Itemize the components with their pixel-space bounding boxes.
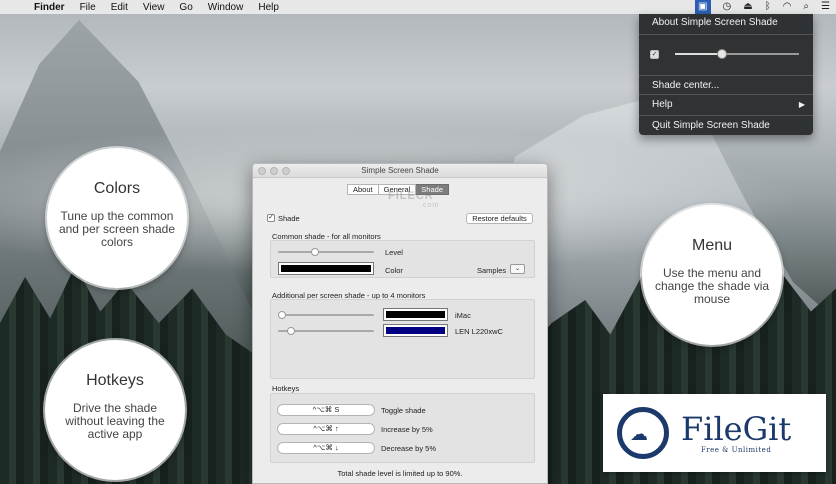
clock-icon[interactable]: ◷	[723, 0, 732, 14]
bluetooth-icon[interactable]: ᛒ	[765, 0, 771, 14]
shade-toggle-checkbox[interactable]: ✓	[650, 50, 659, 59]
submenu-arrow-icon: ▶	[798, 100, 805, 109]
shade-checkbox[interactable]: ✓	[267, 214, 275, 222]
cloud-glasses-icon: ☁	[617, 407, 669, 459]
hotkeys-title: Hotkeys	[272, 384, 300, 393]
monitor-2-slider[interactable]	[278, 327, 374, 335]
common-level-slider[interactable]	[278, 248, 374, 256]
menu-window[interactable]: Window	[208, 2, 244, 13]
menu-shade-center-item[interactable]: Shade center...	[652, 80, 719, 91]
toggle-shade-hotkey-field[interactable]: ^⌥⌘ S	[277, 404, 375, 416]
monitor-2-name: LEN L220xwC	[455, 327, 503, 336]
slider-knob[interactable]	[717, 49, 728, 59]
common-color-well[interactable]	[278, 262, 374, 275]
colors-callout: Colors Tune up the common and per screen…	[47, 148, 187, 288]
menu-quit-item[interactable]: Quit Simple Screen Shade	[652, 120, 770, 131]
menu-bar: Finder File Edit View Go Window Help ▣ ◷…	[0, 0, 836, 14]
filegit-texts: FileGit Free & Unlimited	[681, 412, 791, 454]
color-label: Color	[385, 266, 403, 275]
increase-hotkey-field[interactable]: ^⌥⌘ ↑	[277, 423, 375, 435]
menu-separator	[639, 34, 813, 35]
menu-callout: Menu Use the menu and change the shade v…	[642, 205, 782, 345]
menu-view[interactable]: View	[143, 2, 165, 13]
menu-separator	[639, 75, 813, 76]
shade-limit-note: Total shade level is limited up to 90%.	[337, 469, 463, 478]
window-titlebar[interactable]: Simple Screen Shade	[253, 164, 547, 178]
decrease-hotkey-field[interactable]: ^⌥⌘ ↓	[277, 442, 375, 454]
colors-callout-text: Tune up the common and per screen shade …	[58, 209, 176, 249]
menu-separator	[639, 94, 813, 95]
samples-dropdown[interactable]: ⌄	[510, 264, 525, 274]
watermark: FILECR .com	[388, 190, 439, 209]
preferences-window: Simple Screen Shade About General Shade …	[252, 163, 548, 484]
status-area: ▣ ◷ ⏏ ᛒ ◠ ⌕ ☰	[683, 0, 830, 14]
menu-go[interactable]: Go	[179, 2, 192, 13]
watermark-sub: .com	[420, 202, 440, 209]
slider-fill	[675, 53, 723, 55]
shade-status-menu: About Simple Screen Shade ✓ Shade center…	[639, 14, 813, 135]
monitor-1-color-well[interactable]	[383, 308, 448, 321]
decrease-label: Decrease by 5%	[381, 444, 437, 453]
per-screen-group: iMac LEN L220xwC	[270, 299, 535, 379]
menu-help[interactable]: Help	[258, 2, 279, 13]
monitor-2-knob[interactable]	[286, 327, 295, 335]
level-label: Level	[385, 248, 403, 257]
monitor-1-slider[interactable]	[278, 311, 374, 319]
toggle-shade-label: Toggle shade	[381, 406, 426, 415]
menu-file[interactable]: File	[80, 2, 96, 13]
shade-icon[interactable]: ▣	[695, 0, 711, 14]
common-shade-group: Level Color Samples ⌄	[270, 240, 535, 278]
menu-finder[interactable]: Finder	[34, 2, 65, 13]
search-icon[interactable]: ⌕	[803, 0, 809, 14]
hotkeys-callout-title: Hotkeys	[86, 372, 144, 389]
eject-icon[interactable]: ⏏	[743, 0, 752, 14]
tab-about[interactable]: About	[347, 184, 379, 195]
filegit-badge: ☁ FileGit Free & Unlimited	[603, 394, 826, 472]
monitor-2-color-well[interactable]	[383, 324, 448, 337]
monitor-1-name: iMac	[455, 311, 471, 320]
samples-label: Samples	[477, 266, 507, 275]
common-level-knob[interactable]	[311, 248, 320, 256]
filegit-name: FileGit	[681, 410, 792, 448]
menu-callout-title: Menu	[691, 237, 733, 254]
increase-label: Increase by 5%	[381, 425, 433, 434]
list-icon[interactable]: ☰	[821, 0, 830, 14]
menu-about-item[interactable]: About Simple Screen Shade	[652, 17, 778, 28]
menu-callout-text: Use the menu and change the shade via mo…	[654, 266, 770, 306]
colors-callout-title: Colors	[93, 180, 141, 197]
common-color-swatch	[281, 265, 371, 272]
menu-separator	[639, 115, 813, 116]
monitor-1-knob[interactable]	[278, 311, 286, 319]
apple-icon[interactable]	[8, 2, 18, 13]
menu-edit[interactable]: Edit	[111, 2, 128, 13]
watermark-text: FILECR	[388, 190, 434, 202]
shade-level-slider[interactable]	[675, 49, 799, 59]
hotkeys-callout: Hotkeys Drive the shade without leaving …	[45, 340, 185, 480]
restore-defaults-button[interactable]: Restore defaults	[466, 213, 533, 224]
menu-help-item[interactable]: Help	[652, 99, 673, 110]
hotkeys-callout-text: Drive the shade without leaving the acti…	[65, 401, 165, 441]
monitor-2-color-swatch	[386, 327, 445, 334]
window-title: Simple Screen Shade	[361, 166, 439, 175]
shade-checkbox-label: Shade	[278, 214, 300, 223]
monitor-1-color-swatch	[386, 311, 445, 318]
wifi-icon[interactable]: ◠	[783, 0, 792, 14]
